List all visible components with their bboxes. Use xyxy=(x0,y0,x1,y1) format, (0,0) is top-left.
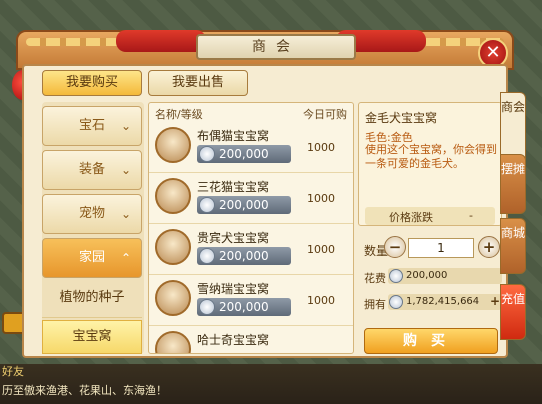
item-list: 名称/等级 今日可购 布偶猫宝宝窝 200,000 1000 三花猫宝宝窝 20… xyxy=(148,102,354,354)
own-value: 1,782,415,664 xyxy=(406,296,480,307)
header-name: 名称/等级 xyxy=(155,108,203,121)
category-label: 宝石 xyxy=(79,118,106,133)
decrease-button[interactable]: − xyxy=(384,236,406,258)
plus-icon: + xyxy=(482,238,496,256)
item-price-value: 200,000 xyxy=(219,249,269,263)
detail-description: 使用这个宝宝窝，你会得到一条可爱的金毛犬。 xyxy=(365,143,497,170)
list-item[interactable]: 哈士奇宝宝窝 xyxy=(149,327,353,353)
item-name: 贵宾犬宝宝窝 xyxy=(197,231,270,245)
item-name: 哈士奇宝宝窝 xyxy=(197,333,270,347)
category-label: 宠物 xyxy=(79,206,106,221)
husky-icon xyxy=(155,331,191,353)
item-qty: 1000 xyxy=(307,294,335,307)
own-value-box: 1,782,415,664 + xyxy=(388,294,502,310)
subcategory-seeds[interactable]: 植物的种子 xyxy=(42,278,142,318)
item-name: 布偶猫宝宝窝 xyxy=(197,129,270,143)
list-item[interactable]: 贵宾犬宝宝窝 200,000 1000 xyxy=(149,225,353,275)
tab-mall[interactable]: 商城 xyxy=(500,218,526,274)
shop-window: 商会 ✕ 我要购买 我要出售 宝石 ⌄ 装备 ⌄ 宠物 ⌄ 家园 ⌃ 植物的种子… xyxy=(16,30,526,360)
item-price: 200,000 xyxy=(197,145,291,163)
category-label: 家园 xyxy=(79,250,106,265)
chat-line-2: 历至傲来渔港、花果山、东海渔！ xyxy=(2,384,167,397)
chevron-down-icon: ⌄ xyxy=(121,119,132,133)
tab-recharge[interactable]: 充值 xyxy=(500,284,526,340)
detail-title: 金毛犬宝宝窝 xyxy=(365,111,438,125)
item-price: 200,000 xyxy=(197,247,291,265)
category-gems[interactable]: 宝石 ⌄ xyxy=(42,106,142,146)
category-home[interactable]: 家园 ⌃ xyxy=(42,238,142,278)
window-title: 商会 xyxy=(196,34,356,60)
item-qty: 1000 xyxy=(307,243,335,256)
chat-line-1: 好友 xyxy=(2,365,24,378)
cost-label: 花费 xyxy=(364,272,386,285)
ragdoll-cat-icon xyxy=(155,127,191,163)
category-label: 装备 xyxy=(79,162,106,177)
silver-coin-icon xyxy=(389,269,403,283)
trend-value: - xyxy=(469,209,473,222)
header-qty: 今日可购 xyxy=(303,108,347,121)
poodle-icon xyxy=(155,229,191,265)
category-equipment[interactable]: 装备 ⌄ xyxy=(42,150,142,190)
item-price-value: 200,000 xyxy=(219,198,269,212)
silver-coin-icon xyxy=(199,248,215,264)
chevron-up-icon: ⌃ xyxy=(121,251,132,265)
chevron-down-icon: ⌄ xyxy=(121,163,132,177)
description-box: 金毛犬宝宝窝 毛色:金色 使用这个宝宝窝，你会得到一条可爱的金毛犬。 价格涨跌 … xyxy=(358,102,502,226)
list-item[interactable]: 雪纳瑞宝宝窝 200,000 1000 xyxy=(149,276,353,326)
silver-coin-icon xyxy=(199,197,215,213)
list-header: 名称/等级 今日可购 xyxy=(149,103,353,121)
item-qty: 1000 xyxy=(307,141,335,154)
buy-button[interactable]: 购买 xyxy=(364,328,498,354)
item-name: 三花猫宝宝窝 xyxy=(197,180,270,194)
silver-coin-icon xyxy=(199,299,215,315)
own-label: 拥有 xyxy=(364,298,386,311)
detail-panel: 金毛犬宝宝窝 毛色:金色 使用这个宝宝窝，你会得到一条可爱的金毛犬。 价格涨跌 … xyxy=(358,102,504,354)
item-price: 200,000 xyxy=(197,298,291,316)
item-qty: 1000 xyxy=(307,192,335,205)
list-item[interactable]: 三花猫宝宝窝 200,000 1000 xyxy=(149,174,353,224)
category-pets[interactable]: 宠物 ⌄ xyxy=(42,194,142,234)
silver-coin-icon xyxy=(199,146,215,162)
tab-sell[interactable]: 我要出售 xyxy=(148,70,248,96)
subcategory-pet-nest[interactable]: 宝宝窝 xyxy=(42,320,142,354)
quantity-input[interactable]: 1 xyxy=(408,238,474,258)
ribbon-left-decoration xyxy=(116,30,206,52)
item-name: 雪纳瑞宝宝窝 xyxy=(197,282,270,296)
list-item[interactable]: 布偶猫宝宝窝 200,000 1000 xyxy=(149,123,353,173)
item-price: 200,000 xyxy=(197,196,291,214)
increase-button[interactable]: + xyxy=(478,236,500,258)
chevron-down-icon: ⌄ xyxy=(121,207,132,221)
calico-cat-icon xyxy=(155,178,191,214)
minus-icon: − xyxy=(388,238,402,256)
cost-value: 200,000 xyxy=(406,270,448,281)
shop-body: 我要购买 我要出售 宝石 ⌄ 装备 ⌄ 宠物 ⌄ 家园 ⌃ 植物的种子 宝宝窝 xyxy=(22,64,508,358)
tab-stall[interactable]: 摆摊 xyxy=(500,154,526,214)
category-column: 宝石 ⌄ 装备 ⌄ 宠物 ⌄ 家园 ⌃ 植物的种子 宝宝窝 xyxy=(42,102,144,354)
cost-value-box: 200,000 xyxy=(388,268,502,284)
close-icon: ✕ xyxy=(485,42,501,63)
tab-buy[interactable]: 我要购买 xyxy=(42,70,142,96)
trend-label: 价格涨跌 xyxy=(389,211,433,224)
silver-coin-icon xyxy=(389,295,403,309)
schnauzer-icon xyxy=(155,280,191,316)
item-price-value: 200,000 xyxy=(219,300,269,314)
item-price-value: 200,000 xyxy=(219,147,269,161)
price-trend: 价格涨跌 - xyxy=(365,207,495,225)
